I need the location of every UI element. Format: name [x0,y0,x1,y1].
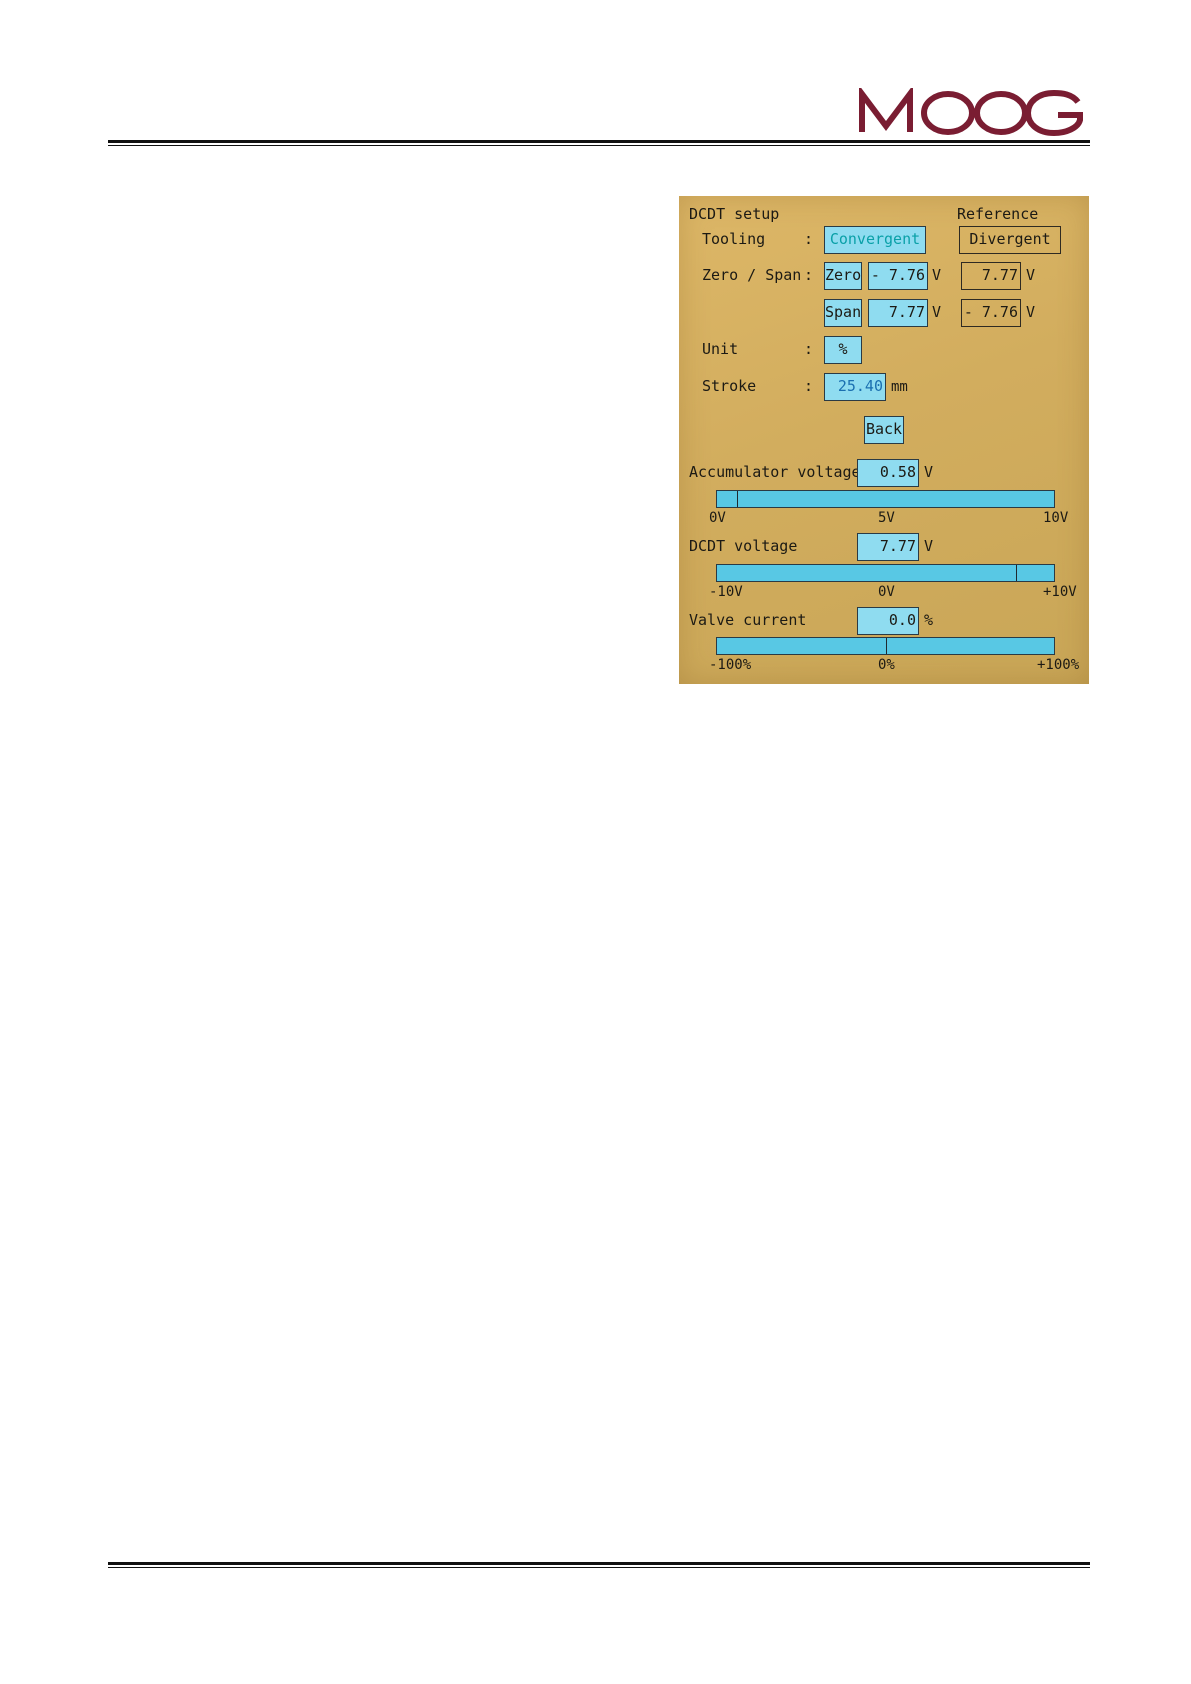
span-button[interactable]: Span [824,299,862,327]
dcdt-voltage-bar [716,564,1055,582]
unit-label: Unit [702,340,739,358]
header-rule [108,140,1090,143]
span-reference-unit: V [1026,303,1036,321]
stroke-unit: mm [891,379,908,395]
accumulator-voltage-unit: V [924,463,934,481]
dcdt-tick-max: +10V [1043,584,1077,600]
valve-current-label: Valve current [689,611,807,629]
stroke-label: Stroke [702,377,757,395]
valve-tick-max: +100% [1037,657,1080,673]
moog-logo [859,88,1083,136]
valve-tick-min: -100% [709,657,752,673]
dcdt-tick-min: -10V [709,584,743,600]
accumulator-tick-mid: 5V [878,510,895,526]
tooling-label: Tooling [702,230,766,248]
reference-label: Reference [957,205,1039,223]
tooling-convergent-button[interactable]: Convergent [824,226,926,254]
span-value-field[interactable]: 7.77 [868,299,928,327]
dcdt-voltage-marker [1016,565,1017,581]
stroke-value-field[interactable]: 25.40 [824,373,886,401]
zero-button[interactable]: Zero [824,262,862,290]
back-button[interactable]: Back [864,416,904,444]
zero-reference-unit: V [1026,266,1036,284]
tooling-colon: : [804,230,814,248]
zero-unit: V [932,266,942,284]
stroke-colon: : [804,377,814,395]
accumulator-voltage-value: 0.58 [857,459,919,487]
valve-current-bar [716,637,1055,655]
tooling-reference-value: Divergent [959,226,1061,254]
dcdt-setup-screen: DCDT setup Reference Tooling : Convergen… [679,196,1089,684]
header-rule-thin [108,145,1090,146]
span-unit: V [932,303,942,321]
dcdt-voltage-unit: V [924,537,934,555]
zero-span-label: Zero / Span [702,266,802,284]
valve-current-marker [886,638,887,654]
accumulator-tick-max: 10V [1043,510,1069,526]
zero-span-colon: : [804,266,814,284]
footer-rule [108,1562,1090,1565]
dcdt-tick-mid: 0V [878,584,895,600]
accumulator-tick-min: 0V [709,510,726,526]
valve-current-unit: % [924,611,934,629]
accumulator-voltage-bar [716,490,1055,508]
dcdt-voltage-value: 7.77 [857,533,919,561]
zero-value-field[interactable]: - 7.76 [868,262,928,290]
zero-reference-value: 7.77 [961,262,1021,290]
valve-tick-mid: 0% [878,657,895,673]
span-reference-value: - 7.76 [961,299,1021,327]
unit-selector[interactable]: % [824,336,862,364]
accumulator-voltage-label: Accumulator voltage [689,463,861,481]
dcdt-voltage-label: DCDT voltage [689,537,798,555]
valve-current-value: 0.0 [857,607,919,635]
accumulator-voltage-marker [737,491,738,507]
footer-rule-thin [108,1567,1090,1568]
screen-title: DCDT setup [689,205,780,223]
unit-colon: : [804,340,814,358]
